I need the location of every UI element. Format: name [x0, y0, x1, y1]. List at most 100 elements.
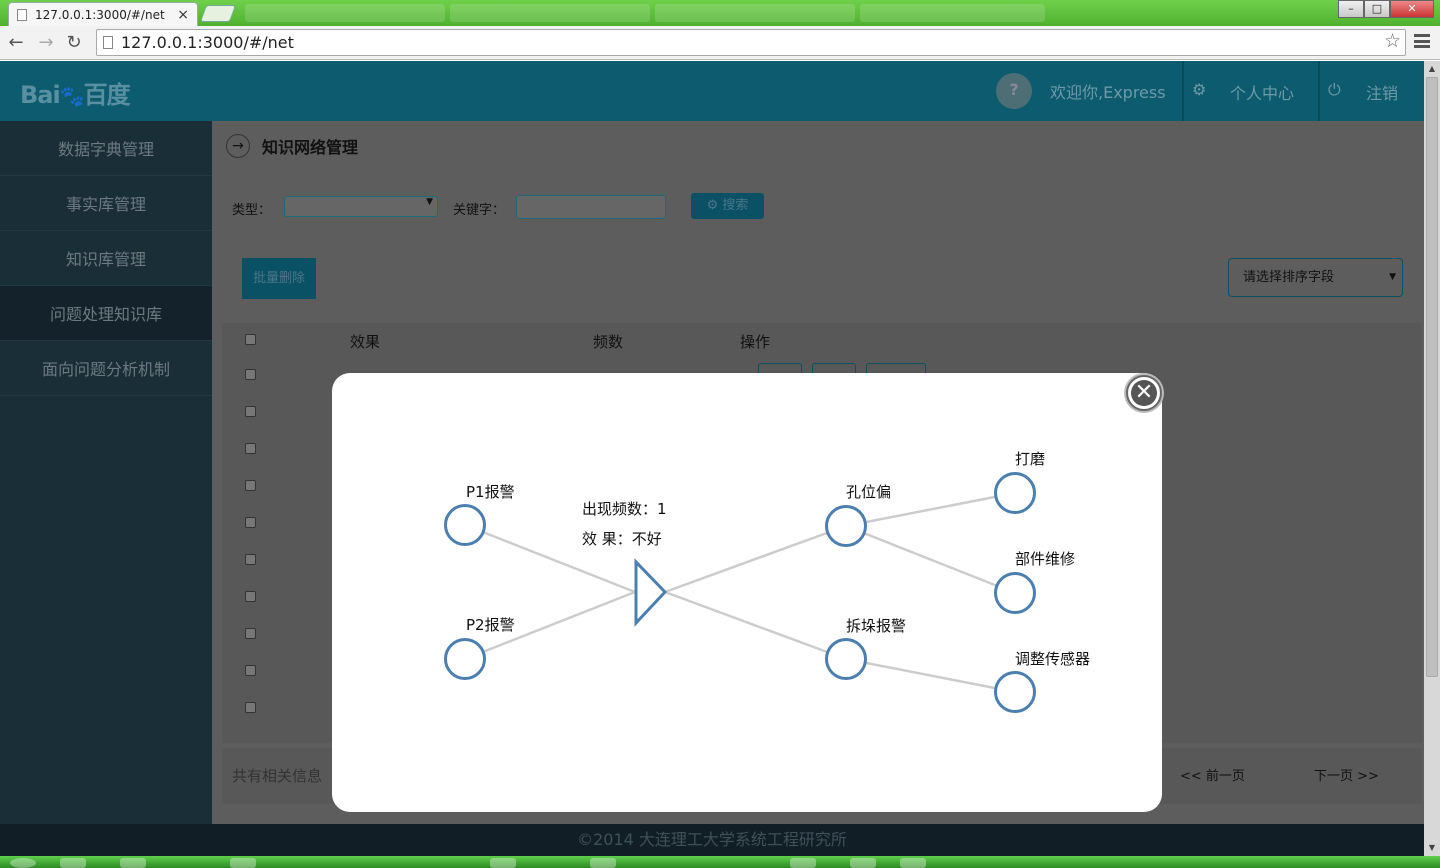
- browser-toolbar: ← → ↻ 127.0.0.1:3000/#/net ☆: [0, 26, 1440, 60]
- sidebar-item-fact-base[interactable]: 事实库管理: [0, 176, 212, 231]
- chrome-menu-icon[interactable]: [1414, 34, 1430, 48]
- address-bar[interactable]: 127.0.0.1:3000/#/net ☆: [96, 29, 1406, 56]
- search-label: 搜索: [722, 198, 749, 213]
- maximize-button[interactable]: □: [1364, 0, 1390, 18]
- edge: [664, 524, 847, 594]
- graph-edges: [464, 491, 1016, 694]
- edit-button[interactable]: [758, 363, 802, 373]
- node-label: P1报警: [466, 483, 515, 501]
- sort-select[interactable]: 请选择排序字段 ▼: [1228, 258, 1403, 297]
- copyright: ©2014 大连理工大学系统工程研究所: [0, 824, 1424, 856]
- logo-text-cn: 百度: [83, 81, 131, 109]
- row-checkbox[interactable]: [245, 480, 256, 491]
- taskbar-app[interactable]: [900, 858, 926, 868]
- avatar: ?: [996, 73, 1032, 109]
- taskbar-app[interactable]: [590, 858, 616, 868]
- type-select[interactable]: ▼: [284, 196, 438, 217]
- background-tab[interactable]: [450, 4, 650, 22]
- window-close-button[interactable]: ✕: [1390, 0, 1434, 18]
- window-controls: – □ ✕: [1338, 0, 1434, 18]
- row-checkbox[interactable]: [245, 406, 256, 417]
- column-header: 操作: [740, 333, 771, 351]
- node-polish[interactable]: [994, 472, 1036, 514]
- os-taskbar: [0, 856, 1440, 868]
- tab-title: 127.0.0.1:3000/#/net: [35, 7, 165, 22]
- tab-strip: 127.0.0.1:3000/#/net × – □ ✕: [0, 0, 1440, 26]
- delete-button[interactable]: [812, 363, 856, 373]
- node-label: 部件维修: [1015, 550, 1076, 568]
- row-checkbox[interactable]: [245, 369, 256, 380]
- edge: [845, 524, 1016, 595]
- taskbar-app[interactable]: [60, 858, 86, 868]
- taskbar-app[interactable]: [230, 858, 256, 868]
- sidebar-item-problem-analysis[interactable]: 面向问题分析机制: [0, 341, 212, 396]
- forward-icon[interactable]: →: [36, 33, 56, 53]
- scrollbar[interactable]: ▲ ▼: [1424, 61, 1440, 856]
- baidu-logo[interactable]: Bai🐾百度: [20, 75, 131, 110]
- background-tab[interactable]: [860, 4, 1045, 22]
- node-p1[interactable]: [444, 504, 486, 546]
- profile-link[interactable]: 个人中心: [1230, 80, 1294, 104]
- power-icon: ⏻: [1328, 80, 1341, 99]
- divider: [1318, 61, 1320, 121]
- row-checkbox[interactable]: [245, 517, 256, 528]
- prev-page-button[interactable]: << 前一页: [1180, 756, 1245, 796]
- sidebar-item-knowledge-base[interactable]: 知识库管理: [0, 231, 212, 286]
- next-page-button[interactable]: 下一页 >>: [1314, 756, 1379, 796]
- row-checkbox[interactable]: [245, 554, 256, 565]
- scroll-thumb[interactable]: [1426, 77, 1438, 677]
- batch-delete-button[interactable]: 批量删除: [242, 258, 316, 299]
- row-checkbox[interactable]: [245, 628, 256, 639]
- select-all-checkbox[interactable]: [245, 334, 256, 345]
- effect-text: 效 果：不好: [582, 530, 662, 548]
- sidebar-item-data-dictionary[interactable]: 数据字典管理: [0, 121, 212, 176]
- row-checkbox[interactable]: [245, 591, 256, 602]
- divider: [1182, 61, 1184, 121]
- logout-link[interactable]: 注销: [1366, 80, 1398, 104]
- row-checkbox[interactable]: [245, 665, 256, 676]
- taskbar-app[interactable]: [790, 858, 816, 868]
- reload-icon[interactable]: ↻: [64, 33, 84, 53]
- new-tab-button[interactable]: [199, 5, 237, 22]
- bookmark-star-icon[interactable]: ☆: [1384, 29, 1401, 54]
- browser-window: 127.0.0.1:3000/#/net × – □ ✕ ← → ↻ 127.0…: [0, 0, 1440, 868]
- node-adjust-sensor[interactable]: [994, 671, 1036, 713]
- sidebar: 数据字典管理 事实库管理 知识库管理 问题处理知识库 面向问题分析机制: [0, 121, 212, 824]
- start-button[interactable]: [10, 858, 36, 868]
- browser-tab[interactable]: 127.0.0.1:3000/#/net ×: [8, 2, 198, 26]
- back-icon[interactable]: ←: [6, 33, 26, 53]
- app-header: Bai🐾百度 ? 欢迎你,Express ⚙ 个人中心 ⏻ 注销: [0, 61, 1424, 121]
- node-label: P2报警: [466, 616, 515, 634]
- type-label: 类型：: [232, 203, 272, 218]
- node-label: 拆垛报警: [846, 617, 907, 635]
- row-action-buttons: [758, 363, 926, 373]
- taskbar-app[interactable]: [490, 858, 516, 868]
- modal-close-button[interactable]: ✕: [1126, 375, 1162, 411]
- node-hole-offset[interactable]: [825, 505, 867, 547]
- row-checkbox[interactable]: [245, 443, 256, 454]
- graph-nodes: [444, 472, 1036, 713]
- url-text: 127.0.0.1:3000/#/net: [121, 33, 294, 52]
- node-disassemble-alarm[interactable]: [825, 638, 867, 680]
- scroll-down-icon[interactable]: ▼: [1424, 840, 1440, 856]
- visualize-button[interactable]: [866, 363, 926, 373]
- arrow-right-icon: →: [226, 134, 250, 158]
- tab-close-icon[interactable]: ×: [177, 7, 189, 23]
- taskbar-app[interactable]: [120, 858, 146, 868]
- background-tab[interactable]: [245, 4, 445, 22]
- node-p2[interactable]: [444, 638, 486, 680]
- sidebar-item-problem-knowledge[interactable]: 问题处理知识库: [0, 286, 212, 341]
- sort-placeholder: 请选择排序字段: [1243, 270, 1335, 285]
- row-checkbox[interactable]: [245, 702, 256, 713]
- node-part-repair[interactable]: [994, 572, 1036, 614]
- background-tab[interactable]: [655, 4, 855, 22]
- node-label: 调整传感器: [1015, 650, 1091, 668]
- chevron-down-icon: ▼: [1389, 272, 1396, 282]
- column-header: 效果: [350, 333, 381, 351]
- problem-triangle-node[interactable]: [634, 558, 668, 627]
- taskbar-app[interactable]: [850, 858, 876, 868]
- scroll-up-icon[interactable]: ▲: [1424, 61, 1440, 77]
- minimize-button[interactable]: –: [1338, 0, 1364, 18]
- search-button[interactable]: ⚙ 搜索: [691, 193, 764, 219]
- keyword-input[interactable]: [516, 195, 666, 219]
